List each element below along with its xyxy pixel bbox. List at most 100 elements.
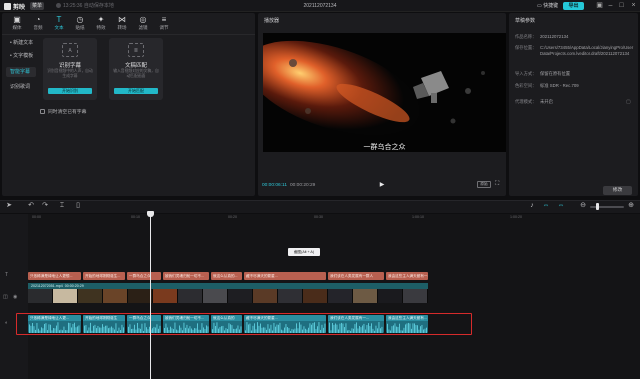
video-clip-thumbnails[interactable] xyxy=(28,289,428,303)
split-icon[interactable]: ⌶ xyxy=(57,201,67,211)
card-description: 输入音视频对应的文稿，自动匹配画面 xyxy=(113,69,159,78)
ratio-button[interactable]: 原始 xyxy=(477,181,491,188)
video-thumbnail xyxy=(103,289,128,303)
undo-icon[interactable]: ↶ xyxy=(26,201,36,211)
proxy-mode-toggle[interactable]: ▢ xyxy=(626,99,632,105)
text-clip[interactable]: 我由这些主人满天都有一... xyxy=(386,272,428,280)
tab-effects[interactable]: ✦ 特效 xyxy=(92,15,110,33)
param-value: 标准 SDR - Rec.709 xyxy=(540,83,579,88)
resource-tabs: ▣ 媒体 ◔ 音频 T 文本 ◷ 贴纸 ✦ 特效 ⋈ 转场 ◎ 滤镜 ≡ 调节 xyxy=(2,13,255,35)
tab-audio[interactable]: ◔ 音频 xyxy=(29,15,47,33)
screenshot-tooltip: 截图(Alt + A) xyxy=(288,248,320,256)
ruler-tick: 1:00:20 xyxy=(510,215,522,219)
video-thumbnail xyxy=(228,289,253,303)
tab-label: 媒体 xyxy=(12,25,22,30)
audio-track-highlight xyxy=(16,313,472,335)
tab-transition[interactable]: ⋈ 转场 xyxy=(113,15,131,33)
lock-icon[interactable]: ◫ xyxy=(3,294,8,300)
total-time: 00:00:20:29 xyxy=(290,183,316,188)
audio-icon: ◔ xyxy=(35,15,41,24)
text-clip[interactable]: 一群乌合之众 xyxy=(127,272,161,280)
delete-icon[interactable]: ▯ xyxy=(73,201,83,211)
fullscreen-icon[interactable]: ⛶ xyxy=(495,181,502,188)
video-subtitle: 一群乌合之众 xyxy=(363,144,406,151)
tab-sticker[interactable]: ◷ 贴纸 xyxy=(71,15,89,33)
text-clip[interactable]: 就这么认真的... xyxy=(211,272,242,280)
player-title: 播放器 xyxy=(264,18,280,24)
video-clip-duration: 00:00:20:29 xyxy=(64,284,84,288)
start-recognize-button[interactable]: 开始识别 xyxy=(48,88,92,94)
maximize-icon[interactable]: □ xyxy=(617,1,626,10)
tab-filter[interactable]: ◎ 滤镜 xyxy=(134,15,152,33)
script-match-icon: ≣ xyxy=(128,43,144,57)
transition-icon: ⋈ xyxy=(118,15,126,24)
video-clip-name: 202112072051.mp4 xyxy=(31,284,63,288)
current-time: 00:00:06:11 xyxy=(262,183,287,188)
modify-button[interactable]: 修改 xyxy=(603,186,632,195)
side-item-lyrics[interactable]: 识别歌词 xyxy=(6,82,36,92)
media-icon: ▣ xyxy=(13,15,21,24)
tab-label: 特效 xyxy=(96,25,106,30)
export-button[interactable]: 导出 xyxy=(563,2,584,10)
shortcut-button[interactable]: ▭ 快捷键 xyxy=(537,2,561,10)
video-thumbnail xyxy=(328,289,353,303)
eye-icon[interactable]: ◉ xyxy=(13,294,17,300)
tab-label: 文本 xyxy=(54,25,64,30)
time-ruler: 00:00 00:10 00:20 00:30 1:00:10 1:00:20 xyxy=(28,214,640,222)
playhead-handle[interactable] xyxy=(147,211,154,217)
tab-label: 调节 xyxy=(159,25,169,30)
param-value: 202112072134 xyxy=(540,34,569,39)
play-icon[interactable]: ▶ xyxy=(378,181,386,189)
playhead[interactable] xyxy=(150,212,151,379)
side-item-new-text[interactable]: • 新建文本 xyxy=(6,38,36,48)
tab-text[interactable]: T 文本 xyxy=(50,15,68,33)
param-label: 导入方式： xyxy=(515,71,537,76)
sticker-icon: ◷ xyxy=(76,15,84,24)
text-clip[interactable]: 我们该在人类发展有一群人 xyxy=(328,272,384,280)
microphone-icon[interactable]: ♪ xyxy=(527,201,537,211)
video-thumbnail xyxy=(378,289,403,303)
script-match-card: ≣ 文稿匹配 输入音视频对应的文稿，自动匹配画面 开始匹配 xyxy=(109,38,163,100)
video-thumbnail xyxy=(203,289,228,303)
start-match-button[interactable]: 开始匹配 xyxy=(114,88,158,94)
clear-subtitles-checkbox[interactable]: 同时清空已有字幕 xyxy=(40,109,86,116)
track-headers: T ◫ ◉ ◐ xyxy=(0,214,28,379)
side-item-text-template[interactable]: • 文字模板 xyxy=(6,51,36,61)
ruler-tick: 00:30 xyxy=(314,215,323,219)
video-thumbnail xyxy=(53,289,78,303)
param-value: C:/Users/73455/AppData/Local/JianyingPro… xyxy=(540,45,634,56)
shortcut-label: 快捷键 xyxy=(543,3,559,9)
param-value: 保留在原有位置 xyxy=(540,71,571,76)
param-label: 保存位置： xyxy=(515,45,537,50)
zoom-out-icon[interactable]: ⊖ xyxy=(578,201,588,211)
zoom-slider-knob[interactable] xyxy=(596,203,599,210)
text-clip[interactable]: 藏不尽满天的繁星... xyxy=(244,272,326,280)
ruler-tick: 00:10 xyxy=(131,215,140,219)
select-cursor-icon[interactable]: ➤ xyxy=(4,201,14,211)
effects-icon: ✦ xyxy=(97,15,105,24)
tab-adjust[interactable]: ≡ 调节 xyxy=(155,15,173,33)
video-thumbnail xyxy=(278,289,303,303)
adjust-icon: ≡ xyxy=(161,15,167,24)
tab-label: 贴纸 xyxy=(75,25,85,30)
close-icon[interactable]: × xyxy=(629,1,638,10)
side-item-smart-subtitle[interactable]: 智能字幕 xyxy=(6,67,36,77)
tab-media[interactable]: ▣ 媒体 xyxy=(8,15,26,33)
card-title: 文稿匹配 xyxy=(124,63,147,69)
text-clip[interactable]: 只依稀满是绿地让人更想... xyxy=(28,272,81,280)
redo-icon[interactable]: ↷ xyxy=(40,201,50,211)
video-thumbnail xyxy=(78,289,103,303)
zoom-in-icon[interactable]: ⊕ xyxy=(626,201,636,211)
minimize-icon[interactable]: – xyxy=(606,1,615,10)
video-thumbnail xyxy=(403,289,428,303)
text-clip[interactable]: 被我们灵魂归就一切不... xyxy=(163,272,209,280)
video-thumbnail xyxy=(28,289,53,303)
layout-icon[interactable]: ▣ xyxy=(595,1,604,10)
audio-track-icon: ◐ xyxy=(5,320,9,326)
text-clip[interactable]: 开始的地球刚刚诞生... xyxy=(83,272,125,280)
checkbox-label: 同时清空已有字幕 xyxy=(48,109,87,115)
snap-icon[interactable]: ⇔ xyxy=(556,201,566,211)
link-icon[interactable]: ⇔ xyxy=(541,201,551,211)
video-thumbnail xyxy=(253,289,278,303)
subtitle-recognize-icon: A xyxy=(62,43,78,57)
